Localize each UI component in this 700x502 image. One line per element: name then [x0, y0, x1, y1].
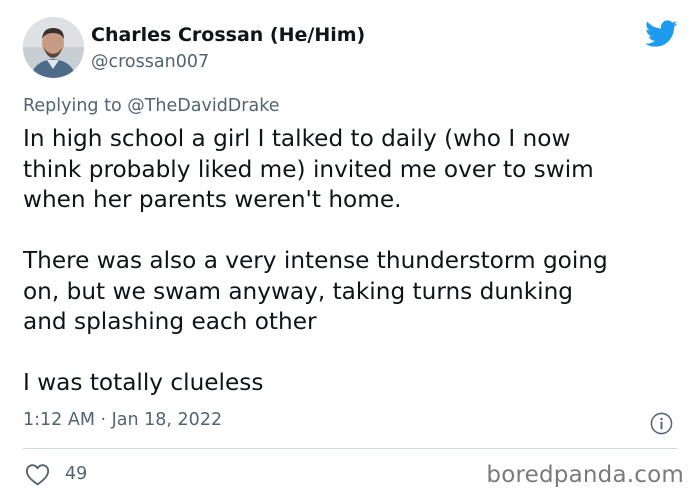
tweet-line: on, but we swam anyway, taking turns dun…	[23, 277, 573, 305]
avatar-photo	[23, 17, 84, 78]
source-watermark: boredpanda.com	[486, 462, 684, 488]
twitter-bird-icon[interactable]	[645, 20, 678, 48]
author-display-name[interactable]: Charles Crossan (He/Him)	[91, 24, 365, 46]
tweet-timestamp[interactable]: 1:12 AM · Jan 18, 2022	[23, 410, 222, 430]
replying-to: Replying to @TheDavidDrake	[23, 96, 279, 116]
like-count: 49	[65, 464, 88, 484]
tweet-line: think probably liked me) invited me over…	[23, 155, 594, 183]
heart-icon[interactable]	[25, 463, 50, 486]
avatar[interactable]	[23, 17, 84, 78]
replying-to-mention[interactable]: @TheDavidDrake	[127, 96, 279, 116]
replying-to-prefix: Replying to	[23, 96, 128, 116]
tweet-line: In high school a girl I talked to daily …	[23, 125, 571, 152]
tweet-line: I was totally clueless	[23, 369, 264, 396]
tweet-text: In high school a girl I talked to daily …	[23, 124, 683, 399]
divider	[23, 448, 677, 449]
tweet-line: and splashing each other	[23, 308, 317, 335]
tweet-line: when her parents weren't home.	[23, 186, 402, 213]
author-handle[interactable]: @crossan007	[91, 52, 209, 72]
info-icon[interactable]	[650, 412, 673, 435]
tweet-line: There was also a very intense thundersto…	[23, 247, 608, 274]
